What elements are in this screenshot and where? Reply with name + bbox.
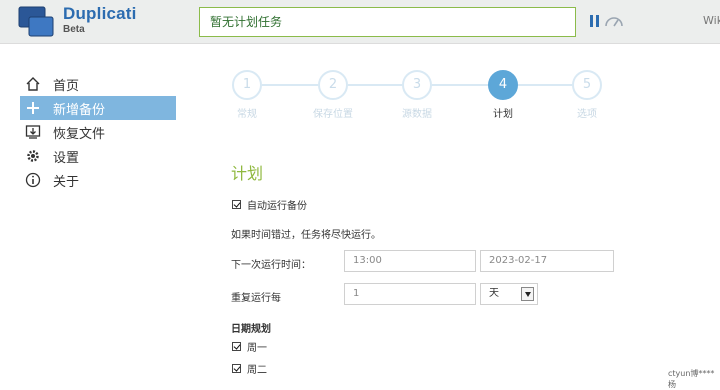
sidebar-item-label: 首页 xyxy=(53,78,80,94)
step-1-label: 常规 xyxy=(237,109,257,120)
step-connector xyxy=(518,84,572,86)
repeat-label: 重复运行每 xyxy=(231,293,281,304)
duplicati-logo-icon xyxy=(18,6,54,37)
chevron-down-icon xyxy=(521,287,534,301)
day-row-tuesday: 周二 xyxy=(232,361,267,376)
step-connector xyxy=(432,84,488,86)
step-connector xyxy=(262,84,318,86)
missed-run-hint: 如果时间错过，任务将尽快运行。 xyxy=(231,230,381,241)
app-title: Duplicati xyxy=(63,4,137,23)
app-subtitle: Beta xyxy=(63,24,85,35)
time-input[interactable]: 13:00 xyxy=(344,250,476,272)
day-label: 周二 xyxy=(247,365,267,376)
wizard-steps: 1 2 3 4 5 常规 保存位置 源数据 计划 选项 xyxy=(232,70,612,120)
step-3-circle[interactable]: 3 xyxy=(402,70,432,100)
section-title: 计划 xyxy=(231,164,264,183)
step-5-circle[interactable]: 5 xyxy=(572,70,602,100)
step-2-label: 保存位置 xyxy=(313,109,353,120)
repeat-input[interactable]: 1 xyxy=(344,283,476,305)
sidebar-item-label: 设置 xyxy=(53,150,80,166)
days-section-title: 日期规划 xyxy=(231,324,271,335)
step-4-circle[interactable]: 4 xyxy=(488,70,518,100)
sidebar-item-label: 新增备份 xyxy=(53,102,106,118)
home-icon xyxy=(24,75,42,93)
next-run-label: 下一次运行时间： xyxy=(231,260,311,271)
step-5-label: 选项 xyxy=(577,109,597,120)
sidebar-item-add-backup[interactable]: 新增备份 xyxy=(20,96,176,120)
sidebar-item-label: 关于 xyxy=(53,174,80,190)
gear-icon xyxy=(24,147,42,165)
pause-icon[interactable] xyxy=(590,15,600,27)
top-header: Duplicati Beta 暂无计划任务 Wiki xyxy=(0,0,720,44)
step-connector xyxy=(348,84,402,86)
status-bar: 暂无计划任务 xyxy=(199,7,576,37)
monday-checkbox[interactable] xyxy=(232,342,241,351)
repeat-unit-value: 天 xyxy=(489,288,499,299)
step-3-label: 源数据 xyxy=(402,109,432,120)
date-input[interactable]: 2023-02-17 xyxy=(480,250,614,272)
sidebar-item-about[interactable]: 关于 xyxy=(20,168,176,192)
sidebar-item-settings[interactable]: 设置 xyxy=(20,144,176,168)
header-link[interactable]: Wiki xyxy=(703,14,720,27)
restore-icon xyxy=(24,123,42,141)
tuesday-checkbox[interactable] xyxy=(232,364,241,373)
sidebar-nav: 首页 新增备份 恢复文件 设置 关于 xyxy=(20,72,176,192)
auto-run-label: 自动运行备份 xyxy=(247,201,307,212)
auto-run-checkbox[interactable] xyxy=(232,200,241,209)
plus-icon xyxy=(24,99,42,117)
step-4-label: 计划 xyxy=(493,109,513,120)
info-icon xyxy=(24,171,42,189)
sidebar-item-home[interactable]: 首页 xyxy=(20,72,176,96)
day-label: 周一 xyxy=(247,343,267,354)
step-1-circle[interactable]: 1 xyxy=(232,70,262,100)
repeat-unit-select[interactable]: 天 xyxy=(480,283,538,305)
throttle-icon[interactable] xyxy=(604,14,624,28)
day-row-monday: 周一 xyxy=(232,339,267,354)
watermark: ctyun博****杨 xyxy=(668,369,715,389)
sidebar-item-label: 恢复文件 xyxy=(53,126,106,142)
auto-run-row: 自动运行备份 xyxy=(232,197,307,212)
sidebar-item-restore[interactable]: 恢复文件 xyxy=(20,120,176,144)
step-2-circle[interactable]: 2 xyxy=(318,70,348,100)
